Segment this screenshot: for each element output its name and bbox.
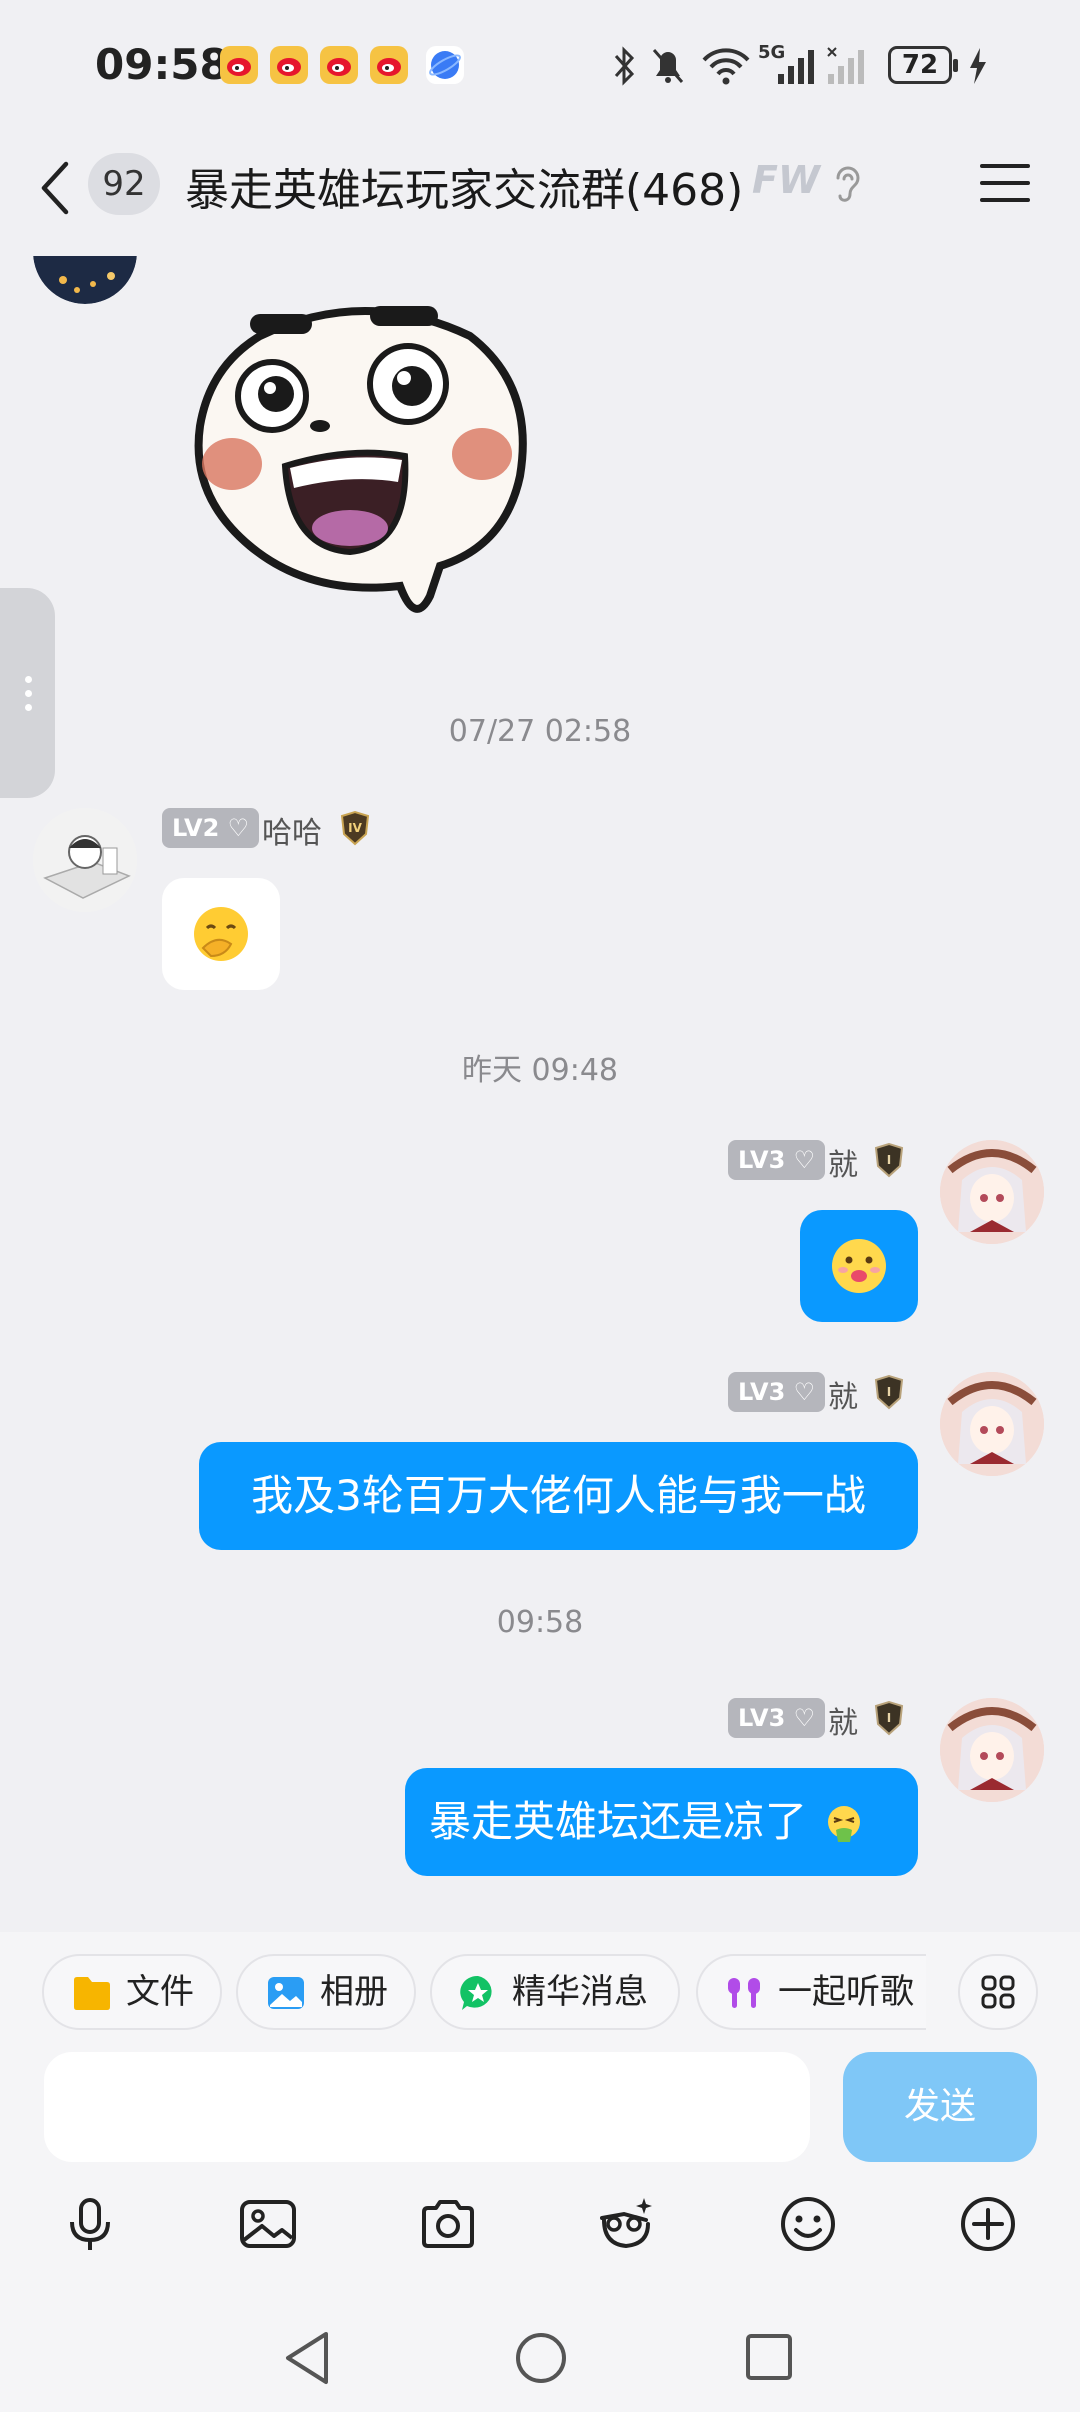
- message-timestamp: 09:58: [496, 1605, 584, 1640]
- svg-text:I: I: [887, 1153, 891, 1167]
- svg-text:IV: IV: [348, 821, 362, 835]
- quick-action-essence[interactable]: 精华消息: [430, 1954, 680, 2030]
- more-apps-button[interactable]: [958, 1954, 1038, 2030]
- message-bubble[interactable]: [800, 1210, 918, 1322]
- sender-name[interactable]: 就: [828, 1698, 858, 1742]
- nav-back-icon[interactable]: [282, 2330, 332, 2386]
- sender-name[interactable]: 就: [828, 1372, 858, 1416]
- charging-icon: [970, 48, 986, 84]
- emoji-vomit-icon: [828, 1806, 861, 1842]
- quick-action-album[interactable]: 相册: [236, 1954, 416, 2030]
- quick-action-label: 精华消息: [512, 1972, 648, 2012]
- emoji-icon[interactable]: [778, 2194, 838, 2254]
- send-button[interactable]: 发送: [843, 2052, 1037, 2162]
- medal-icon: I: [874, 1142, 904, 1178]
- member-level-badge: LV3 ♡: [728, 1140, 826, 1180]
- member-level-badge: LV2 ♡: [162, 808, 260, 848]
- quick-action-music[interactable]: 一起听歌: [696, 1954, 926, 2030]
- microphone-icon[interactable]: [60, 2194, 120, 2254]
- side-drawer-handle[interactable]: [0, 588, 55, 798]
- sticker-message[interactable]: [190, 296, 540, 628]
- menu-icon[interactable]: [980, 162, 1030, 204]
- essence-star-icon: [460, 1975, 492, 2010]
- grid-icon: [981, 1975, 1015, 2009]
- message-text: 暴走英雄坛还是凉了: [429, 1797, 808, 1846]
- chat-title[interactable]: 暴走英雄坛玩家交流群(468): [185, 154, 743, 218]
- browser-notification-icon: [426, 46, 464, 84]
- medal-icon: I: [874, 1374, 904, 1410]
- nav-home-icon[interactable]: [513, 2330, 569, 2386]
- emoji-tongue-out-icon: [832, 1239, 886, 1293]
- signal-icon: [778, 50, 814, 84]
- member-level-badge: LV3 ♡: [728, 1372, 826, 1412]
- battery-indicator: 72: [888, 46, 958, 84]
- camera-icon[interactable]: [418, 2194, 478, 2254]
- wifi-icon: [702, 48, 750, 85]
- svg-text:I: I: [887, 1711, 891, 1725]
- quick-action-label: 相册: [320, 1972, 388, 2012]
- svg-text:I: I: [887, 1385, 891, 1399]
- message-timestamp: 昨天 09:48: [462, 1053, 618, 1088]
- nav-recents-icon[interactable]: [745, 2330, 793, 2386]
- mute-bell-icon: [652, 49, 684, 83]
- avatar[interactable]: [940, 1698, 1044, 1802]
- weibo-notification-icon: [320, 46, 358, 84]
- image-icon[interactable]: [238, 2194, 298, 2254]
- member-level-badge: LV3 ♡: [728, 1698, 826, 1738]
- super-sticker-icon[interactable]: [596, 2194, 656, 2254]
- message-bubble[interactable]: 我及3轮百万大佬何人能与我一战: [199, 1442, 918, 1550]
- sender-name[interactable]: 就: [828, 1140, 858, 1184]
- message-input[interactable]: [44, 2052, 810, 2162]
- back-arrow-icon[interactable]: [38, 160, 72, 216]
- ear-mode-icon[interactable]: [830, 162, 866, 208]
- status-bar: 09:58 5G 72: [0, 0, 1080, 134]
- medal-icon: IV: [340, 810, 370, 846]
- folder-icon: [74, 1977, 110, 2010]
- quick-action-label: 文件: [126, 1972, 194, 2012]
- sender-name[interactable]: 哈哈: [262, 808, 322, 852]
- bluetooth-icon: [614, 46, 635, 86]
- weibo-notification-icon: [270, 46, 308, 84]
- avatar[interactable]: [33, 808, 137, 912]
- unread-count-badge[interactable]: 92: [88, 153, 160, 215]
- quick-action-file[interactable]: 文件: [42, 1954, 222, 2030]
- photo-icon: [268, 1977, 304, 2009]
- earbuds-icon: [728, 1978, 760, 2008]
- weibo-notification-icon: [370, 46, 408, 84]
- medal-icon: I: [874, 1700, 904, 1736]
- quick-action-label: 一起听歌: [778, 1972, 914, 2012]
- avatar[interactable]: [940, 1140, 1044, 1244]
- signal-sim2-icon: [827, 47, 864, 84]
- message-bubble[interactable]: [162, 878, 280, 990]
- status-time: 09:58: [95, 40, 229, 89]
- message-timestamp: 07/27 02:58: [448, 714, 632, 749]
- group-tag-badge: FW: [752, 158, 820, 202]
- sticker-face-image: [194, 306, 527, 613]
- plus-circle-icon[interactable]: [958, 2194, 1018, 2254]
- message-bubble[interactable]: 暴走英雄坛还是凉了: [405, 1768, 918, 1876]
- emoji-hand-over-mouth-icon: [194, 907, 248, 961]
- weibo-notification-icon: [220, 46, 258, 84]
- avatar[interactable]: [940, 1372, 1044, 1476]
